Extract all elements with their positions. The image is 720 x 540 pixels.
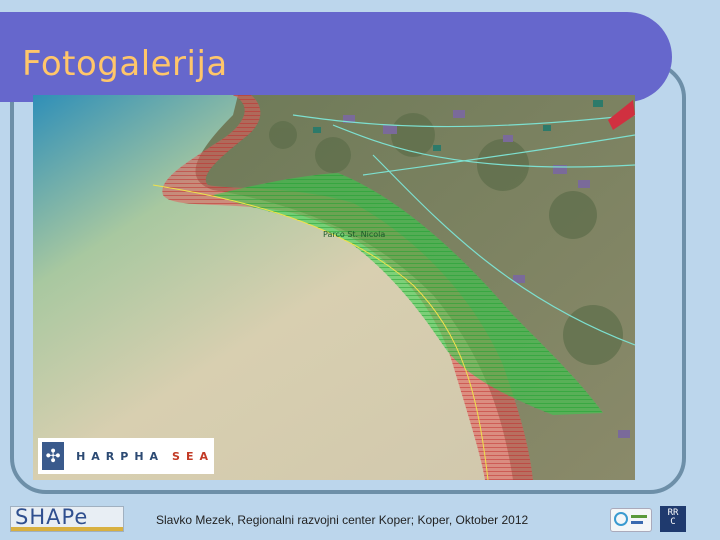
rrc-logo-bottom: C [670,517,676,527]
slide-title: Fotogalerija [22,44,228,84]
title-bar: Fotogalerija [0,12,672,102]
partner-stripe-2 [631,521,643,524]
aerial-map-illustration: Parco St. Nicola [33,95,635,480]
harpha-sea-logo: ✣ HARPHA SEA [38,438,214,474]
rrc-logo: RR C [660,506,686,532]
harpha-emblem-icon: ✣ [42,442,65,470]
shape-project-logo: SHAPe [10,506,124,532]
shape-logo-bar [11,527,123,531]
harpha-logo-sea: SEA [172,449,214,463]
map-place-label: Parco St. Nicola [323,230,385,239]
aerial-photo: Parco St. Nicola ✣ HARPHA SEA [33,95,635,480]
slide-footer: Slavko Mezek, Regionalni razvojni center… [156,513,529,527]
partner-logo [610,508,652,532]
shape-logo-text: SHAPe [15,506,89,529]
partner-ring-icon [614,512,628,526]
harpha-logo-text: HARPHA [76,449,165,463]
partner-stripe [631,515,647,518]
